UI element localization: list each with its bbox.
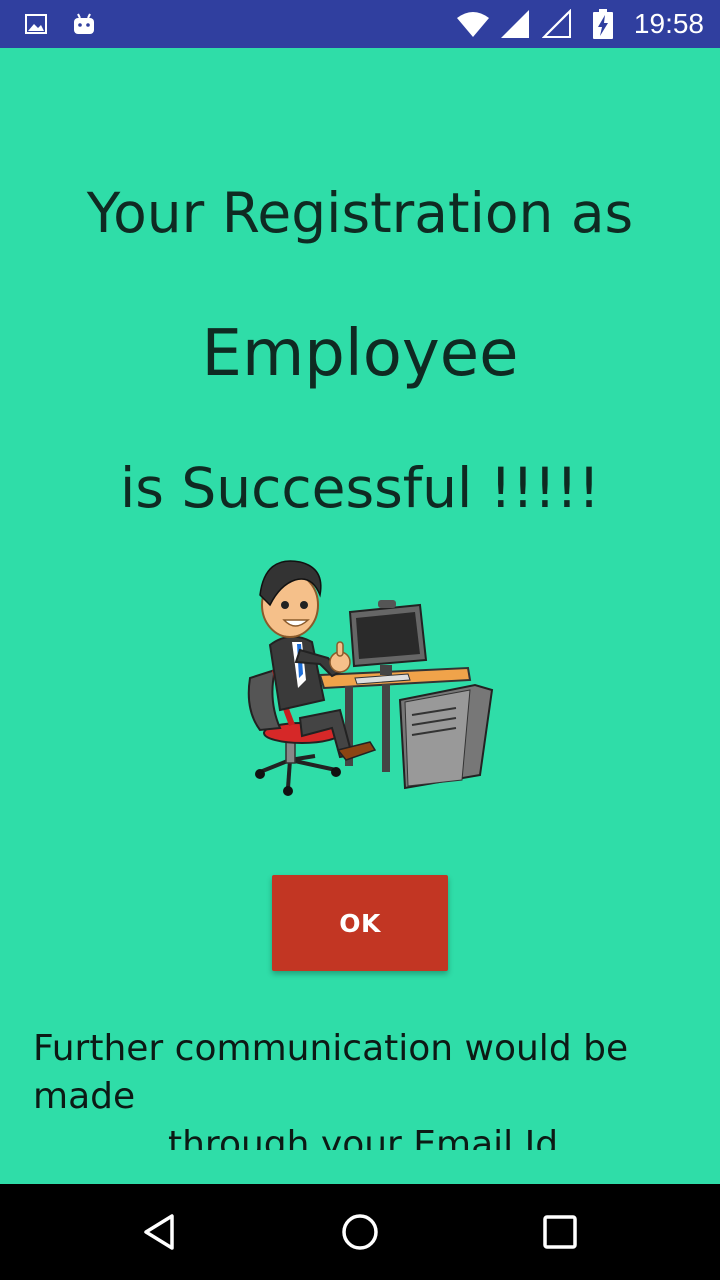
back-icon[interactable] <box>136 1208 184 1256</box>
message-area: Further communication would be made thro… <box>0 1026 720 1150</box>
employee-at-computer-illustration <box>247 560 494 796</box>
status-bar: 19:58 <box>0 0 720 48</box>
headline-registration-as: Your Registration as <box>86 181 634 245</box>
home-icon[interactable] <box>336 1208 384 1256</box>
message-line-1: Further communication would be <box>33 1028 629 1069</box>
message-line-3: through your Email Id <box>168 1124 559 1150</box>
registration-success-screen: 19:58 Your Registration as Employee is S… <box>0 0 720 1280</box>
android-notification-icon <box>74 13 94 34</box>
headline-role: Employee <box>201 317 519 391</box>
headline-successful: is Successful !!!!! <box>119 456 601 520</box>
cell-signal-icon <box>501 10 529 38</box>
navigation-bar <box>0 1184 720 1280</box>
cell-signal-empty-icon <box>542 9 571 38</box>
status-time: 19:58 <box>633 8 704 39</box>
recents-icon[interactable] <box>536 1208 584 1256</box>
wifi-icon <box>457 12 489 37</box>
ok-button[interactable]: OK <box>272 875 448 971</box>
message-line-2: made <box>33 1076 136 1117</box>
gallery-notification-icon <box>25 14 47 34</box>
battery-charging-icon <box>593 9 613 39</box>
